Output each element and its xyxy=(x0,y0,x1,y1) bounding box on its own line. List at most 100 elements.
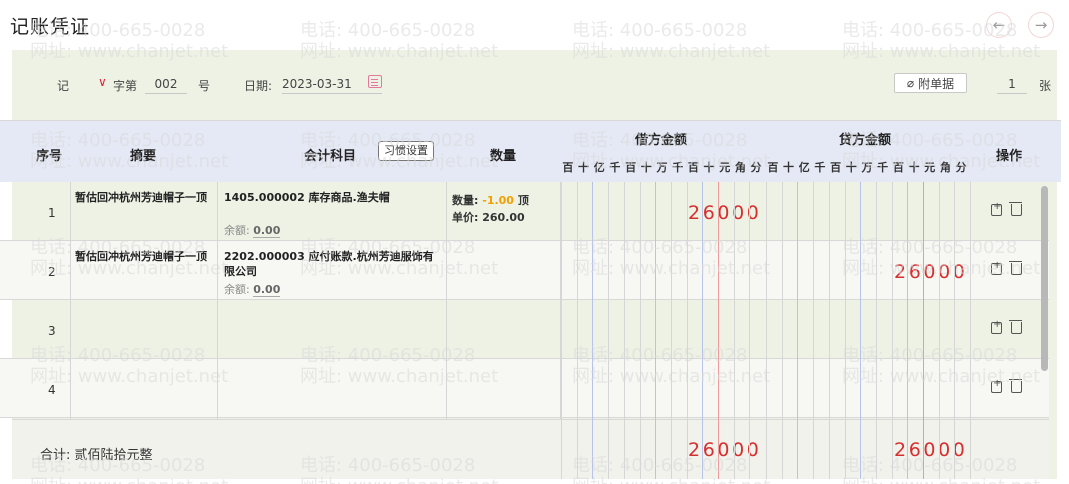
digit-header: 亿 xyxy=(593,161,605,174)
digit-header: 百 xyxy=(830,161,842,174)
digit-header: 百 xyxy=(562,161,574,174)
grid-line xyxy=(670,182,672,479)
grid-line xyxy=(217,182,218,419)
row-ops xyxy=(991,319,1022,334)
row-balance: 余额: 0.00 xyxy=(224,224,281,238)
grid-line xyxy=(891,182,893,479)
grid-line xyxy=(655,182,657,479)
digit-header: 万 xyxy=(861,161,873,174)
attachment-button[interactable]: ⌀ 附单据 xyxy=(894,73,967,93)
chevron-down-icon[interactable]: ∨ xyxy=(98,75,107,89)
digit-header: 十 xyxy=(703,161,715,174)
vertical-scrollbar[interactable] xyxy=(1041,186,1048,371)
delete-icon[interactable] xyxy=(1009,379,1022,393)
date-input[interactable]: 2023-03-31 xyxy=(282,77,382,94)
row-summary[interactable]: 暂估回冲杭州芳迪帽子一顶 xyxy=(75,249,215,264)
grid-line xyxy=(781,182,783,479)
grid-line xyxy=(639,182,641,479)
word-label: 字第 xyxy=(113,79,138,93)
total-debit-amount: 26000 xyxy=(688,439,762,461)
row-index: 3 xyxy=(48,324,56,338)
digit-header: 十 xyxy=(640,161,652,174)
grid-line xyxy=(860,182,862,479)
grid-line xyxy=(561,182,562,479)
col-account: 会计科目 xyxy=(304,149,357,164)
col-debit: 借方金额 xyxy=(635,133,688,148)
attachment-label: 附单据 xyxy=(918,76,955,91)
voucher-header: 记 ∨ 字第 002 号 日期: 2023-03-31 ⌀ 附单据 1 张 xyxy=(12,72,1057,98)
digit-header: 十 xyxy=(908,161,920,174)
grid-line xyxy=(797,182,799,479)
copy-icon[interactable] xyxy=(991,201,1002,216)
grid-line xyxy=(623,182,625,479)
arrow-right-icon: → xyxy=(1034,16,1048,34)
digit-header: 百 xyxy=(892,161,904,174)
grid-line xyxy=(923,182,924,479)
row-quantity[interactable]: 数量: -1.00 顶 单价: 260.00 xyxy=(452,192,529,226)
digit-header: 分 xyxy=(955,161,967,174)
digit-header: 十 xyxy=(783,161,795,174)
grid-line xyxy=(686,182,688,479)
attachment-count-input[interactable]: 1 xyxy=(997,77,1027,94)
copy-icon[interactable] xyxy=(991,378,1002,393)
row-summary[interactable]: 暂估回冲杭州芳迪帽子一顶 xyxy=(75,190,215,205)
row-index: 2 xyxy=(48,265,56,279)
row-debit-amount[interactable]: 26000 xyxy=(688,202,761,224)
total-label: 合计: 贰佰陆拾元整 xyxy=(40,448,153,463)
digit-header: 百 xyxy=(625,161,637,174)
row-ops xyxy=(991,378,1022,393)
prev-voucher-button[interactable]: ← xyxy=(986,12,1012,38)
grid-line xyxy=(702,182,704,479)
voucher-number-input[interactable]: 002 xyxy=(145,77,187,94)
grid-line xyxy=(907,182,909,479)
digit-header: 万 xyxy=(656,161,668,174)
digit-header: 元 xyxy=(924,161,936,174)
digit-header: 千 xyxy=(814,161,826,174)
row-account[interactable]: 1405.000002 库存商品.渔夫帽 xyxy=(224,190,454,205)
grid-line xyxy=(844,182,846,479)
hao-label: 号 xyxy=(198,79,211,93)
table-body: 1 暂估回冲杭州芳迪帽子一顶 1405.000002 库存商品.渔夫帽 余额: … xyxy=(0,182,1069,484)
next-voucher-button[interactable]: → xyxy=(1028,12,1054,38)
row-balance: 余额: 0.00 xyxy=(224,283,281,297)
delete-icon[interactable] xyxy=(1009,261,1022,275)
copy-icon[interactable] xyxy=(991,260,1002,275)
table-header: 序号 摘要 会计科目 习惯设置 数量 借方金额 贷方金额 操作 百十亿千百十万千… xyxy=(0,120,1061,182)
digit-header: 角 xyxy=(939,161,951,174)
digit-header: 亿 xyxy=(798,161,810,174)
grid-line xyxy=(938,182,940,479)
row-account[interactable]: 2202.000003 应付账款.杭州芳迪服饰有限公司 xyxy=(224,249,444,279)
grid-line xyxy=(733,182,735,479)
row-ops xyxy=(991,260,1022,275)
grid-line xyxy=(749,182,751,479)
grid-line xyxy=(766,182,767,479)
arrow-left-icon: ← xyxy=(992,16,1006,34)
grid-line xyxy=(70,182,71,419)
row-ops xyxy=(991,201,1022,216)
habit-settings-button[interactable]: 习惯设置 xyxy=(378,141,434,161)
debit-digit-headers: 百十亿千百十万千百十元角分 xyxy=(560,159,764,179)
digit-header: 千 xyxy=(877,161,889,174)
title-bar: 记账凭证 ← → xyxy=(0,0,1069,50)
col-index: 序号 xyxy=(36,149,63,164)
copy-icon[interactable] xyxy=(991,319,1002,334)
grid-line xyxy=(592,182,594,479)
grid-line xyxy=(954,182,956,479)
grid-line xyxy=(446,182,447,419)
grid-line xyxy=(970,182,971,479)
voucher-page: 记账凭证 ← → 记 ∨ 字第 002 号 日期: 2023-03-31 ⌀ 附… xyxy=(0,0,1069,484)
digit-header: 元 xyxy=(719,161,731,174)
digit-header: 十 xyxy=(578,161,590,174)
col-summary: 摘要 xyxy=(130,149,157,164)
calendar-icon[interactable] xyxy=(368,75,382,88)
delete-icon[interactable] xyxy=(1009,202,1022,216)
total-credit-amount: 26000 xyxy=(894,439,968,461)
delete-icon[interactable] xyxy=(1009,320,1022,334)
digit-header: 百 xyxy=(767,161,779,174)
page-title: 记账凭证 xyxy=(10,16,91,38)
col-ops: 操作 xyxy=(996,149,1023,164)
col-credit: 贷方金额 xyxy=(839,133,892,148)
row-credit-amount[interactable]: 26000 xyxy=(894,261,967,283)
voucher-type[interactable]: 记 xyxy=(57,77,69,94)
grid-line xyxy=(576,182,578,479)
